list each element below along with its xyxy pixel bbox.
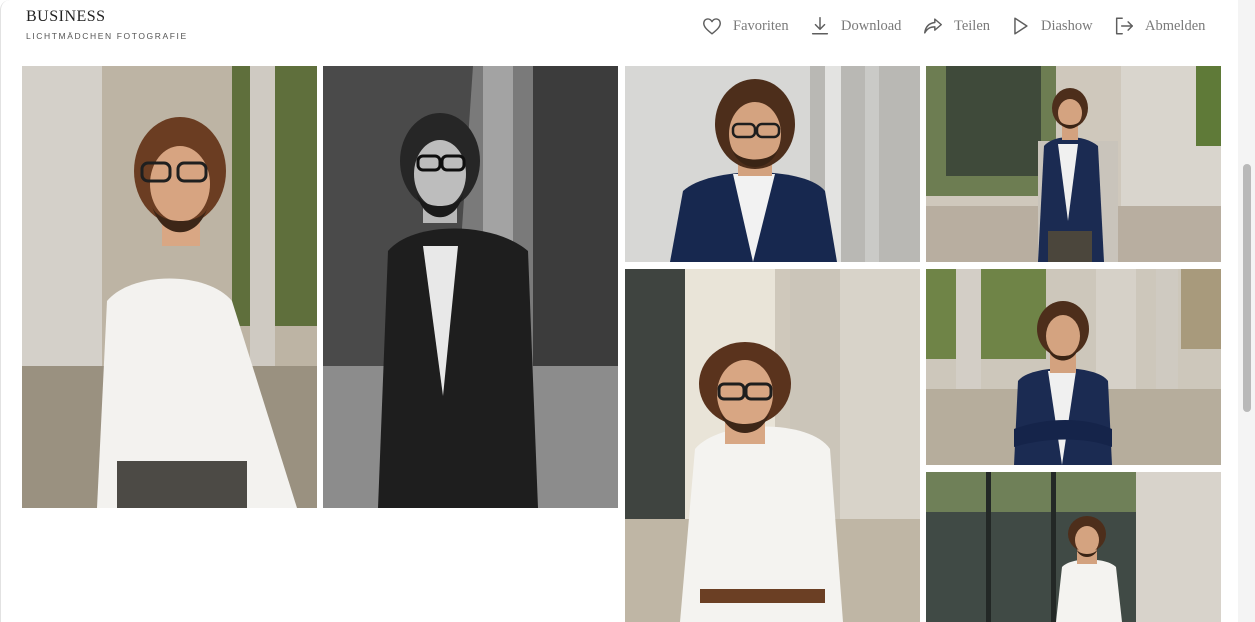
favorites-button[interactable]: Favoriten: [701, 13, 789, 39]
slideshow-label: Diashow: [1041, 17, 1093, 34]
gallery-window: BUSINESS LICHTMÄDCHEN FOTOGRAFIE Favorit…: [0, 0, 1239, 622]
gallery-photo-6[interactable]: [926, 269, 1221, 465]
photo-portrait-bw-suit: [323, 66, 618, 508]
heart-icon: [703, 18, 721, 35]
download-icon: [811, 17, 829, 35]
share-button[interactable]: Teilen: [922, 13, 990, 39]
play-icon: [1014, 17, 1028, 35]
slideshow-button[interactable]: Diashow: [1009, 13, 1093, 39]
top-nav: Favoriten Download Teilen Diashow Abmeld: [1, 13, 1239, 39]
gallery-photo-2[interactable]: [323, 66, 618, 508]
logout-icon: [1115, 17, 1133, 35]
share-arrow-icon: [924, 18, 942, 34]
share-label: Teilen: [954, 17, 991, 34]
gallery-photo-5[interactable]: [625, 269, 920, 622]
scrollbar-thumb[interactable]: [1243, 164, 1251, 412]
download-button[interactable]: Download: [809, 13, 901, 39]
logout-button[interactable]: Abmelden: [1113, 13, 1205, 39]
photo-portrait-navy-blazer-closeup: [625, 66, 920, 262]
gallery-photo-3[interactable]: [625, 66, 920, 262]
photo-portrait-white-shirt-sunlit: [625, 269, 920, 622]
photo-portrait-white-shirt: [22, 66, 317, 508]
gallery-photo-1[interactable]: [22, 66, 317, 508]
logout-label: Abmelden: [1145, 17, 1206, 34]
gallery-photo-7[interactable]: [926, 472, 1221, 622]
gallery-photo-4[interactable]: [926, 66, 1221, 262]
favorites-label: Favoriten: [733, 17, 789, 34]
photo-portrait-glass-facade: [926, 472, 1221, 622]
photo-portrait-navy-blazer-full: [926, 66, 1221, 262]
download-label: Download: [841, 17, 902, 34]
photo-portrait-arms-crossed: [926, 269, 1221, 465]
